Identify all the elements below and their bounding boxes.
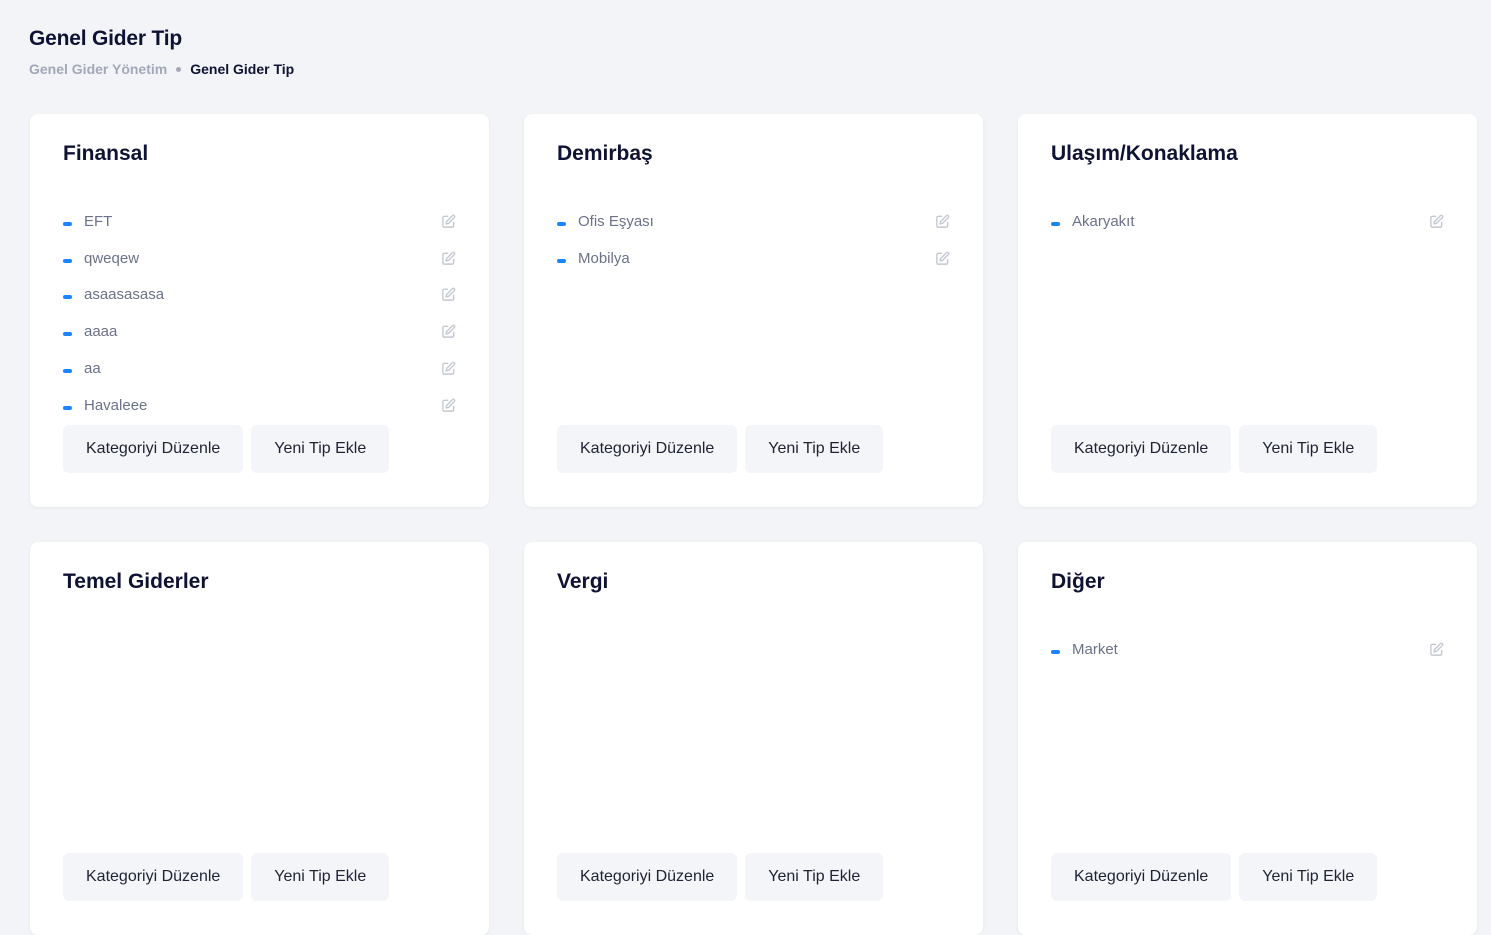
edit-icon[interactable] (934, 213, 950, 229)
card-actions: Kategoriyi Düzenle Yeni Tip Ekle (1051, 853, 1378, 901)
bullet-marker (63, 295, 72, 300)
bullet-marker (557, 221, 566, 226)
edit-icon[interactable] (934, 250, 950, 266)
breadcrumb: Genel Gider Yönetim Genel Gider Tip (29, 61, 294, 77)
edit-category-button[interactable]: Kategoriyi Düzenle (63, 425, 244, 473)
category-title: Diğer (1051, 570, 1105, 593)
type-list-item: Havaleee (63, 387, 456, 424)
type-label: Market (1072, 640, 1118, 658)
bullet-marker (63, 369, 72, 374)
type-list-item: EFT (63, 203, 456, 240)
page-header: Genel Gider Tip Genel Gider Yönetim Gene… (29, 27, 294, 77)
type-list-item: Ofis Eşyası (557, 203, 950, 240)
bullet-marker (63, 221, 72, 226)
edit-category-button[interactable]: Kategoriyi Düzenle (1051, 425, 1232, 473)
edit-icon[interactable] (440, 250, 456, 266)
type-label: Mobilya (578, 249, 630, 267)
page-title: Genel Gider Tip (29, 27, 182, 50)
type-list-item: Akaryakıt (1051, 203, 1444, 240)
category-title: Finansal (63, 142, 149, 165)
type-list-item: Mobilya (557, 240, 950, 277)
category-title: Ulaşım/Konaklama (1051, 142, 1238, 165)
type-list-item: Market (1051, 631, 1444, 668)
bullet-marker (1051, 649, 1060, 654)
type-label: qweqew (84, 249, 140, 267)
add-type-button[interactable]: Yeni Tip Ekle (251, 425, 390, 473)
bullet-marker (1051, 221, 1060, 226)
edit-icon[interactable] (440, 324, 456, 340)
type-list: Akaryakıt (1051, 203, 1444, 240)
edit-category-button[interactable]: Kategoriyi Düzenle (557, 853, 738, 901)
category-card: Finansal EFT qweqew asaasasasa aaaa aa H… (30, 114, 489, 507)
breadcrumb-separator-dot (176, 66, 182, 72)
category-grid: Finansal EFT qweqew asaasasasa aaaa aa H… (30, 114, 1477, 935)
type-list: EFT qweqew asaasasasa aaaa aa Havaleee (63, 203, 456, 424)
card-actions: Kategoriyi Düzenle Yeni Tip Ekle (1051, 425, 1378, 473)
type-list-item: aa (63, 350, 456, 387)
bullet-marker (63, 332, 72, 337)
type-list-item: aaaa (63, 313, 456, 350)
edit-icon[interactable] (440, 397, 456, 413)
edit-category-button[interactable]: Kategoriyi Düzenle (1051, 853, 1232, 901)
category-card: Ulaşım/Konaklama Akaryakıt Kategoriyi Dü… (1018, 114, 1477, 507)
add-type-button[interactable]: Yeni Tip Ekle (745, 853, 884, 901)
card-actions: Kategoriyi Düzenle Yeni Tip Ekle (557, 853, 884, 901)
bullet-marker (63, 258, 72, 263)
category-card: Demirbaş Ofis Eşyası Mobilya Kategoriyi … (524, 114, 983, 507)
add-type-button[interactable]: Yeni Tip Ekle (1239, 853, 1378, 901)
card-actions: Kategoriyi Düzenle Yeni Tip Ekle (63, 425, 390, 473)
type-list-item: asaasasasa (63, 277, 456, 314)
type-label: Akaryakıt (1072, 212, 1135, 230)
category-card: Diğer Market Kategoriyi Düzenle Yeni Tip… (1018, 542, 1477, 935)
add-type-button[interactable]: Yeni Tip Ekle (251, 853, 390, 901)
type-label: Havaleee (84, 396, 148, 414)
card-actions: Kategoriyi Düzenle Yeni Tip Ekle (557, 425, 884, 473)
breadcrumb-current: Genel Gider Tip (190, 61, 295, 77)
category-card: Temel Giderler Kategoriyi Düzenle Yeni T… (30, 542, 489, 935)
type-label: aaaa (84, 323, 118, 341)
add-type-button[interactable]: Yeni Tip Ekle (1239, 425, 1378, 473)
type-label: Ofis Eşyası (578, 212, 654, 230)
category-title: Demirbaş (557, 142, 653, 165)
edit-icon[interactable] (440, 361, 456, 377)
edit-icon[interactable] (1428, 213, 1444, 229)
breadcrumb-parent-link[interactable]: Genel Gider Yönetim (29, 61, 167, 77)
edit-icon[interactable] (440, 287, 456, 303)
category-title: Temel Giderler (63, 570, 209, 593)
add-type-button[interactable]: Yeni Tip Ekle (745, 425, 884, 473)
type-label: asaasasasa (84, 286, 165, 304)
category-title: Vergi (557, 570, 609, 593)
category-card: Vergi Kategoriyi Düzenle Yeni Tip Ekle (524, 542, 983, 935)
bullet-marker (63, 405, 72, 410)
edit-category-button[interactable]: Kategoriyi Düzenle (63, 853, 244, 901)
type-list-item: qweqew (63, 240, 456, 277)
bullet-marker (557, 258, 566, 263)
type-list: Ofis Eşyası Mobilya (557, 203, 950, 277)
edit-icon[interactable] (1428, 641, 1444, 657)
type-list: Market (1051, 631, 1444, 668)
type-label: EFT (84, 212, 113, 230)
edit-icon[interactable] (440, 213, 456, 229)
type-label: aa (84, 360, 101, 378)
card-actions: Kategoriyi Düzenle Yeni Tip Ekle (63, 853, 390, 901)
edit-category-button[interactable]: Kategoriyi Düzenle (557, 425, 738, 473)
